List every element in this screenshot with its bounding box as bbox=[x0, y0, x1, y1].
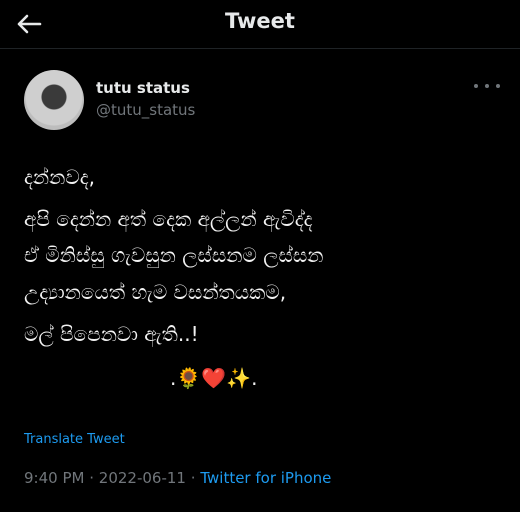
author-handle[interactable]: @tutu_status bbox=[96, 101, 195, 119]
top-bar: Tweet bbox=[0, 0, 520, 49]
meta-separator: · bbox=[89, 469, 95, 487]
tweet-text-line-3: ඒ මිනිස්සු ගැවසුන ලස්සනම ලස්සන bbox=[24, 243, 324, 267]
tweet-text-line-5: මල් පිපෙනවා ඇති..! bbox=[24, 322, 199, 346]
tweet-text-line-1: දන්නවද, bbox=[24, 165, 95, 189]
page-title: Tweet bbox=[225, 9, 295, 33]
tweet-text-line-2: අපි දෙන්න අත් දෙක අල්ලන් ඇවිද්ද bbox=[24, 207, 313, 231]
tweet-time: 9:40 PM bbox=[24, 469, 85, 487]
tweet-source-link[interactable]: Twitter for iPhone bbox=[200, 469, 331, 487]
tweet-date: 2022-06-11 bbox=[98, 469, 186, 487]
tweet-meta: 9:40 PM · 2022-06-11 · Twitter for iPhon… bbox=[24, 469, 331, 487]
tweet-emoji-line: .🌻❤️✨. bbox=[170, 366, 258, 390]
avatar[interactable] bbox=[24, 70, 84, 130]
author-name[interactable]: tutu status bbox=[96, 79, 190, 97]
meta-separator: · bbox=[190, 469, 196, 487]
more-options-icon[interactable] bbox=[474, 76, 500, 96]
translate-tweet-link[interactable]: Translate Tweet bbox=[24, 432, 125, 447]
tweet-text-line-4: උද්‍යානයෙත් හැම වසන්තයකම, bbox=[24, 280, 287, 304]
